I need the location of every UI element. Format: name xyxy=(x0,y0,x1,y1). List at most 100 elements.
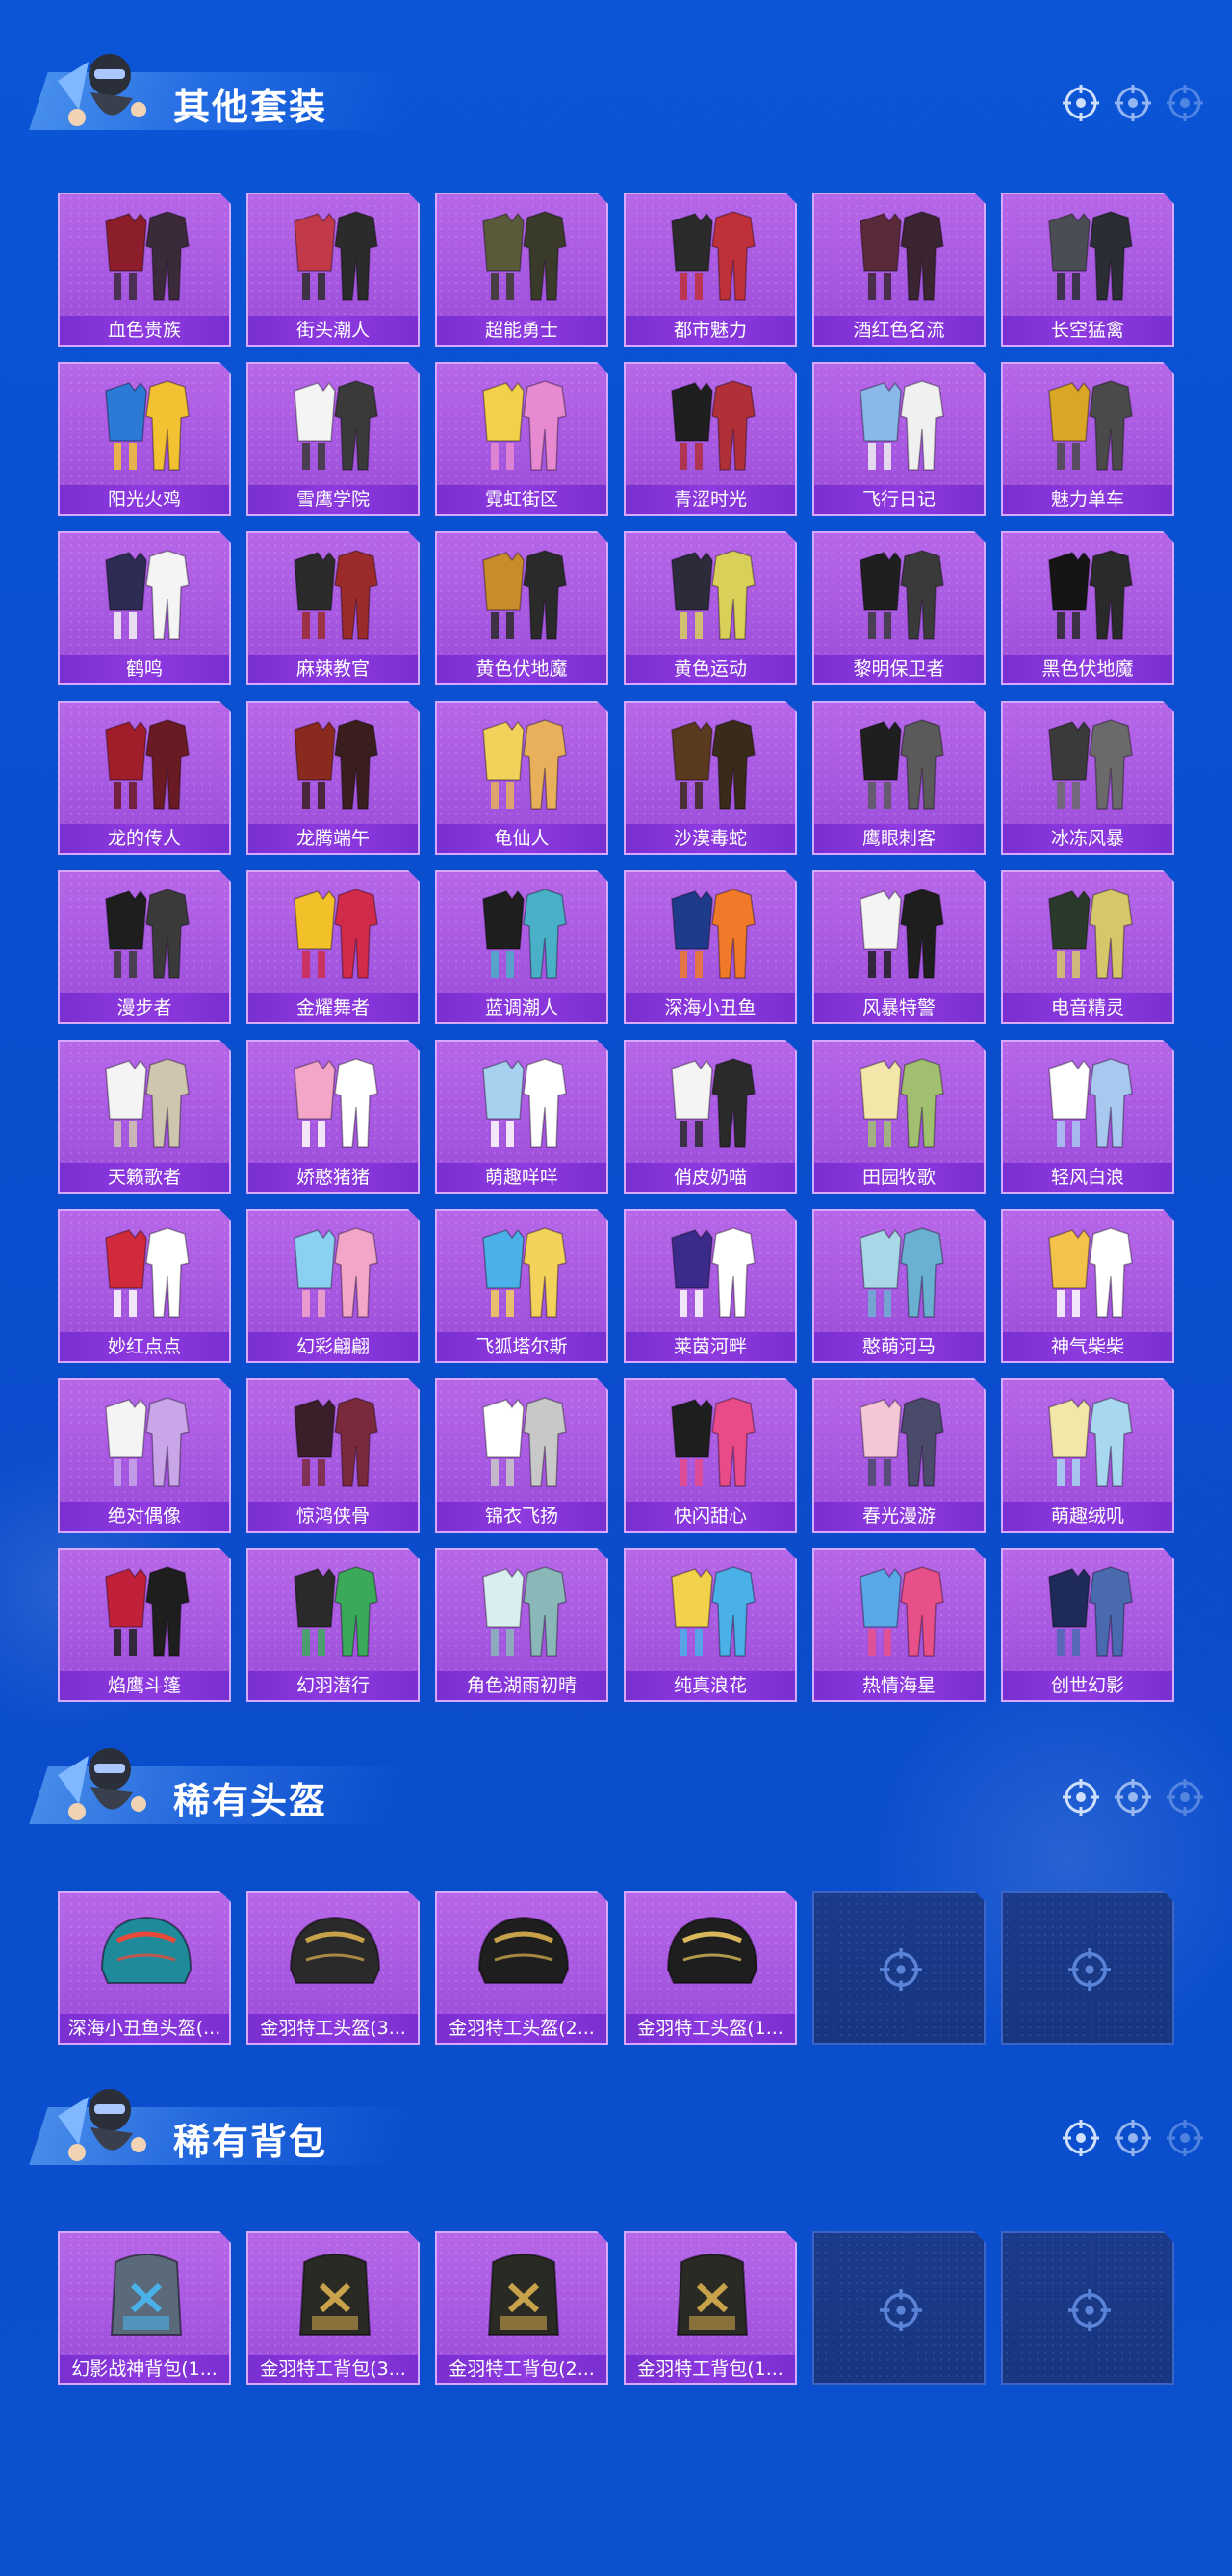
outfit-icon xyxy=(294,1397,378,1487)
outfit-icon xyxy=(671,1397,756,1487)
outfit-card[interactable]: 萌趣咩咩 xyxy=(435,1040,608,1194)
backpack-card[interactable]: 金羽特工背包(2... xyxy=(435,2231,608,2385)
item-name: 萌趣咩咩 xyxy=(437,1163,606,1192)
outfit-card[interactable]: 青涩时光 xyxy=(624,362,797,516)
outfit-card[interactable]: 焰鹰斗篷 xyxy=(58,1548,231,1702)
outfit-card[interactable]: 纯真浪花 xyxy=(624,1548,797,1702)
outfit-icon xyxy=(482,211,567,301)
backpack-card[interactable]: 金羽特工背包(3... xyxy=(246,2231,420,2385)
outfit-card[interactable]: 黑色伏地魔 xyxy=(1001,531,1174,685)
outfit-card[interactable]: 血色贵族 xyxy=(58,193,231,347)
outfit-card[interactable]: 惊鸿侠骨 xyxy=(246,1378,420,1533)
backpack-icon xyxy=(110,2254,183,2336)
outfit-icon xyxy=(671,1566,756,1657)
outfit-card[interactable]: 雪鹰学院 xyxy=(246,362,420,516)
outfit-icon xyxy=(482,1566,567,1657)
outfit-card[interactable]: 龟仙人 xyxy=(435,701,608,855)
outfit-card[interactable]: 长空猛禽 xyxy=(1001,193,1174,347)
header-decoration-icons xyxy=(1063,85,1203,121)
helmet-card[interactable]: 金羽特工头盔(1... xyxy=(624,1891,797,2045)
item-name: 鹰眼刺客 xyxy=(814,824,984,853)
crosshair-target-icon xyxy=(1068,1948,1111,1991)
item-name: 纯真浪花 xyxy=(626,1671,795,1700)
outfit-card[interactable]: 鹰眼刺客 xyxy=(812,701,986,855)
backpack-icon xyxy=(676,2254,749,2336)
outfit-card[interactable]: 创世幻影 xyxy=(1001,1548,1174,1702)
outfit-card[interactable]: 幻羽潜行 xyxy=(246,1548,420,1702)
item-name: 角色湖雨初晴 xyxy=(437,1671,606,1700)
outfit-icon xyxy=(1048,1397,1133,1487)
outfit-card[interactable]: 鹤鸣 xyxy=(58,531,231,685)
soldier-mascot-icon xyxy=(58,2089,146,2161)
outfit-icon xyxy=(105,380,190,471)
item-name: 沙漠毒蛇 xyxy=(626,824,795,853)
soldier-mascot-icon xyxy=(58,54,146,126)
outfit-card[interactable]: 霓虹街区 xyxy=(435,362,608,516)
outfit-card[interactable]: 黄色伏地魔 xyxy=(435,531,608,685)
outfit-card[interactable]: 快闪甜心 xyxy=(624,1378,797,1533)
item-name: 蓝调潮人 xyxy=(437,993,606,1022)
item-name: 金羽特工头盔(1... xyxy=(626,2014,795,2043)
outfit-icon xyxy=(1048,1566,1133,1657)
item-name: 田园牧歌 xyxy=(814,1163,984,1192)
outfit-card[interactable]: 酒红色名流 xyxy=(812,193,986,347)
crosshair-target-icon xyxy=(1068,2289,1111,2331)
outfit-card[interactable]: 龙的传人 xyxy=(58,701,231,855)
backpack-card[interactable]: 金羽特工背包(1... xyxy=(624,2231,797,2385)
helmet-card[interactable]: 金羽特工头盔(2... xyxy=(435,1891,608,2045)
outfit-card[interactable]: 都市魅力 xyxy=(624,193,797,347)
outfit-card[interactable]: 轻风白浪 xyxy=(1001,1040,1174,1194)
outfit-card[interactable]: 锦衣飞扬 xyxy=(435,1378,608,1533)
section-backpacks: 稀有背包 幻影战神背包(1... 金羽特工背包(3... 金羽特工背包(2... 金羽… xyxy=(0,2064,1232,2385)
outfit-card[interactable]: 田园牧歌 xyxy=(812,1040,986,1194)
helmet-card[interactable]: 金羽特工头盔(3... xyxy=(246,1891,420,2045)
helmet-card[interactable]: 深海小丑鱼头盔(... xyxy=(58,1891,231,2045)
outfit-card[interactable]: 风暴特警 xyxy=(812,870,986,1024)
outfit-icon xyxy=(860,380,944,471)
outfit-icon xyxy=(294,380,378,471)
section-header: 稀有头盔 xyxy=(0,1723,1232,1829)
item-name: 都市魅力 xyxy=(626,316,795,345)
outfit-card[interactable]: 俏皮奶喵 xyxy=(624,1040,797,1194)
item-name: 憨萌河马 xyxy=(814,1332,984,1361)
outfit-card[interactable]: 热情海星 xyxy=(812,1548,986,1702)
outfit-card[interactable]: 角色湖雨初晴 xyxy=(435,1548,608,1702)
backpack-icon xyxy=(298,2254,372,2336)
outfit-card[interactable]: 深海小丑鱼 xyxy=(624,870,797,1024)
outfit-card[interactable]: 冰冻风暴 xyxy=(1001,701,1174,855)
outfit-card[interactable]: 金耀舞者 xyxy=(246,870,420,1024)
outfit-icon xyxy=(294,889,378,979)
outfit-card[interactable]: 电音精灵 xyxy=(1001,870,1174,1024)
outfit-card[interactable]: 绝对偶像 xyxy=(58,1378,231,1533)
item-name: 青涩时光 xyxy=(626,485,795,514)
section-title: 稀有背包 xyxy=(173,2121,328,2163)
crosshair-target-icon xyxy=(1167,1779,1203,1816)
outfit-card[interactable]: 神气柴柴 xyxy=(1001,1209,1174,1363)
outfit-card[interactable]: 飞狐塔尔斯 xyxy=(435,1209,608,1363)
outfit-card[interactable]: 魅力单车 xyxy=(1001,362,1174,516)
outfit-card[interactable]: 沙漠毒蛇 xyxy=(624,701,797,855)
outfit-card[interactable]: 春光漫游 xyxy=(812,1378,986,1533)
outfit-card[interactable]: 飞行日记 xyxy=(812,362,986,516)
outfit-card[interactable]: 龙腾端午 xyxy=(246,701,420,855)
outfit-card[interactable]: 娇憨猪猪 xyxy=(246,1040,420,1194)
outfit-icon xyxy=(671,380,756,471)
outfit-card[interactable]: 黄色运动 xyxy=(624,531,797,685)
item-name: 萌趣绒叽 xyxy=(1003,1502,1172,1531)
outfit-card[interactable]: 街头潮人 xyxy=(246,193,420,347)
outfit-card[interactable]: 莱茵河畔 xyxy=(624,1209,797,1363)
outfit-card[interactable]: 憨萌河马 xyxy=(812,1209,986,1363)
outfit-card[interactable]: 天籁歌者 xyxy=(58,1040,231,1194)
outfit-card[interactable]: 超能勇士 xyxy=(435,193,608,347)
outfit-card[interactable]: 阳光火鸡 xyxy=(58,362,231,516)
outfit-card[interactable]: 妙红点点 xyxy=(58,1209,231,1363)
item-name: 快闪甜心 xyxy=(626,1502,795,1531)
outfit-card[interactable]: 黎明保卫者 xyxy=(812,531,986,685)
outfit-card[interactable]: 蓝调潮人 xyxy=(435,870,608,1024)
outfit-card[interactable]: 麻辣教官 xyxy=(246,531,420,685)
outfit-card[interactable]: 漫步者 xyxy=(58,870,231,1024)
outfit-card[interactable]: 萌趣绒叽 xyxy=(1001,1378,1174,1533)
crosshair-target-icon xyxy=(1063,2120,1099,2156)
outfit-card[interactable]: 幻彩翩翩 xyxy=(246,1209,420,1363)
backpack-card[interactable]: 幻影战神背包(1... xyxy=(58,2231,231,2385)
